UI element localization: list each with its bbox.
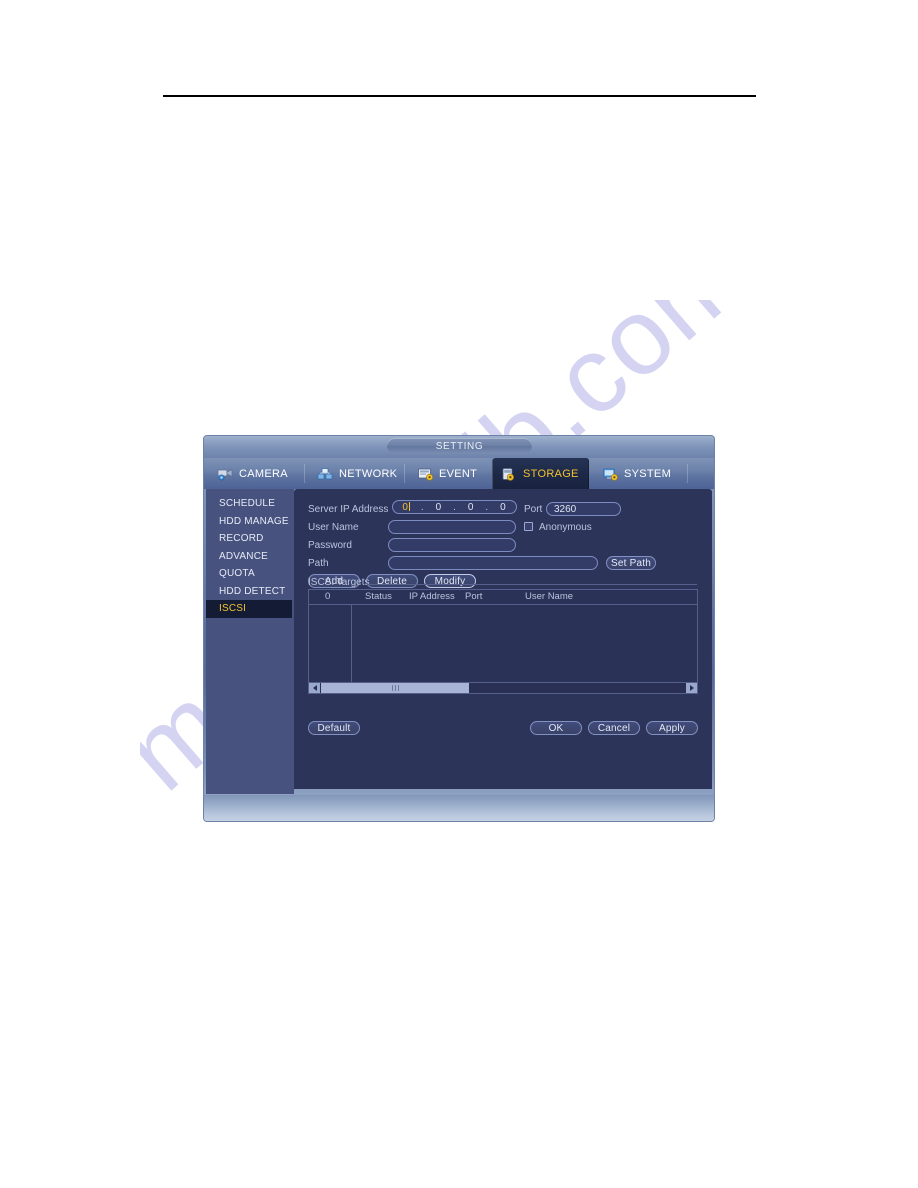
sidebar-item-iscsi[interactable]: ISCSI [206, 600, 292, 618]
column-header-port: Port [465, 591, 483, 602]
set-path-label: Set Path [611, 557, 651, 569]
sidebar-item-label: SCHEDULE [219, 498, 276, 510]
sidebar-item-hdd-manage[interactable]: HDD MANAGE [206, 513, 294, 531]
column-header-user-name: User Name [525, 591, 574, 602]
tab-network[interactable]: NETWORK [308, 458, 400, 489]
tab-camera-label: CAMERA [239, 467, 288, 480]
user-name-label: User Name [308, 521, 359, 533]
iscsi-targets-table: 0 Status IP Address Port User Name [308, 589, 698, 694]
apply-button[interactable]: Apply [646, 721, 698, 735]
system-icon [602, 467, 619, 481]
default-label: Default [317, 722, 351, 734]
ok-button[interactable]: OK [530, 721, 582, 735]
tab-divider [304, 464, 305, 483]
port-value: 3260 [554, 503, 577, 515]
tab-system-label: SYSTEM [624, 467, 672, 480]
settings-sidebar: SCHEDULE HDD MANAGE RECORD ADVANCE QUOTA… [206, 489, 294, 794]
table-column-divider [351, 605, 352, 683]
user-name-row: User Name Anonymous [308, 518, 698, 536]
cancel-button[interactable]: Cancel [588, 721, 640, 735]
tab-divider [404, 464, 405, 483]
cancel-label: Cancel [597, 722, 631, 734]
ip-octet-1[interactable]: 0 [393, 502, 419, 513]
sidebar-item-label: RECORD [219, 533, 264, 545]
sidebar-item-advance[interactable]: ADVANCE [206, 548, 294, 566]
ip-octet-2[interactable]: 0 [425, 502, 451, 513]
table-horizontal-scrollbar[interactable] [309, 682, 697, 693]
password-input[interactable] [388, 538, 516, 552]
tab-camera[interactable]: CAMERA [208, 458, 300, 489]
tab-storage[interactable]: STORAGE [492, 458, 589, 489]
server-ip-row: Server IP Address 0 . 0 . 0 . 0 Port 326… [308, 500, 698, 518]
table-header-row: 0 Status IP Address Port User Name [309, 590, 697, 605]
sidebar-item-label: HDD MANAGE [219, 515, 289, 527]
sidebar-item-label: ISCSI [219, 603, 247, 615]
sidebar-item-quota[interactable]: QUOTA [206, 565, 294, 583]
tab-network-label: NETWORK [339, 467, 398, 480]
server-ip-label: Server IP Address [308, 503, 389, 515]
scroll-right-arrow-icon[interactable] [686, 683, 697, 693]
tab-event[interactable]: EVENT [408, 458, 492, 489]
storage-icon [501, 467, 518, 481]
iscsi-targets-group-label: ISCSI Targets [308, 577, 370, 588]
sidebar-item-label: ADVANCE [219, 550, 269, 562]
column-header-ip-address: IP Address [409, 591, 455, 602]
user-name-input[interactable] [388, 520, 516, 534]
event-icon [417, 467, 434, 481]
window-title: SETTING [387, 438, 532, 454]
path-label: Path [308, 557, 329, 569]
default-button[interactable]: Default [308, 721, 360, 735]
dialog-body: SCHEDULE HDD MANAGE RECORD ADVANCE QUOTA… [204, 489, 714, 794]
page-header-rule [163, 95, 756, 97]
delete-button[interactable]: Delete [366, 574, 418, 588]
anonymous-checkbox[interactable] [524, 522, 533, 531]
port-input[interactable]: 3260 [546, 502, 621, 516]
sidebar-item-record[interactable]: RECORD [206, 530, 294, 548]
set-path-button[interactable]: Set Path [606, 556, 656, 570]
iscsi-settings-panel: Server IP Address 0 . 0 . 0 . 0 Port 326… [294, 489, 712, 789]
apply-label: Apply [658, 722, 685, 734]
anonymous-label: Anonymous [539, 521, 592, 533]
table-body[interactable] [309, 605, 697, 683]
sidebar-item-label: QUOTA [219, 568, 255, 580]
tab-storage-label: STORAGE [523, 467, 579, 480]
column-header-index: 0 [325, 591, 331, 602]
tab-system[interactable]: SYSTEM [593, 458, 683, 489]
ip-octet-4[interactable]: 0 [490, 502, 516, 513]
window-title-text: SETTING [435, 440, 484, 452]
scroll-left-arrow-icon[interactable] [309, 683, 320, 693]
tab-event-label: EVENT [439, 467, 478, 480]
ok-label: OK [548, 722, 564, 734]
password-row: Password [308, 536, 698, 554]
sidebar-item-schedule[interactable]: SCHEDULE [206, 495, 294, 513]
dialog-action-bar: Default OK Cancel Apply [308, 721, 698, 737]
ip-octet-3[interactable]: 0 [458, 502, 484, 513]
tab-divider [687, 464, 688, 483]
camera-icon [217, 467, 234, 481]
server-ip-input[interactable]: 0 . 0 . 0 . 0 [392, 500, 517, 514]
window-titlebar: SETTING [204, 436, 714, 458]
password-label: Password [308, 539, 352, 551]
sidebar-item-label: HDD DETECT [219, 585, 286, 597]
column-header-status: Status [365, 591, 392, 602]
sidebar-item-hdd-detect[interactable]: HDD DETECT [206, 583, 294, 601]
group-divider [367, 584, 697, 585]
path-row: Path Set Path [308, 554, 698, 572]
setting-window: SETTING CAMERA NETWORK EVENT STORAGE SYS… [204, 436, 714, 821]
network-icon [317, 467, 334, 481]
scrollbar-thumb[interactable] [321, 683, 469, 693]
path-input[interactable] [388, 556, 598, 570]
window-footer-band [204, 795, 714, 821]
main-tabbar: CAMERA NETWORK EVENT STORAGE SYSTEM [204, 458, 714, 489]
port-label: Port [524, 503, 543, 515]
modify-button[interactable]: Modify [424, 574, 476, 588]
